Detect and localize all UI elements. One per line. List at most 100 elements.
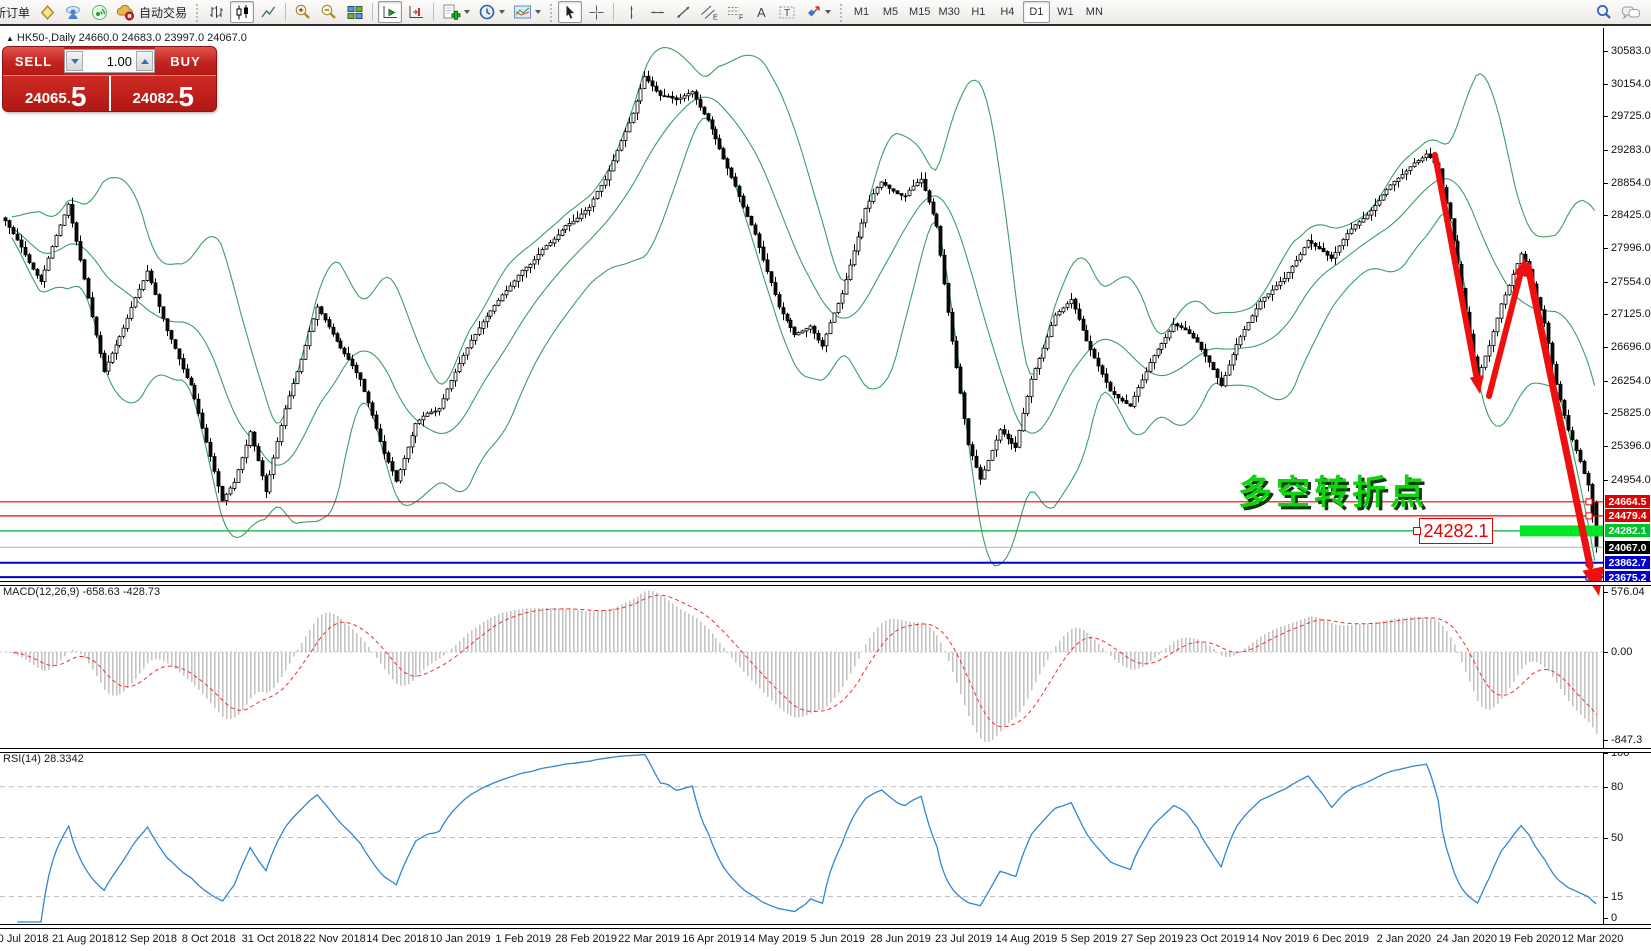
arrows-button[interactable] bbox=[801, 1, 834, 23]
callout-drag-handle[interactable] bbox=[1413, 527, 1421, 535]
text-label-icon: T bbox=[778, 4, 796, 21]
time-axis-label: 27 Sep 2019 bbox=[1121, 933, 1183, 945]
timeframe-h4[interactable]: H4 bbox=[994, 1, 1021, 23]
sell-price[interactable]: 24065.5 bbox=[3, 76, 111, 111]
time-axis-label: 19 Feb 2020 bbox=[1499, 933, 1561, 945]
volume-decrease-button[interactable] bbox=[66, 51, 83, 71]
sell-button[interactable]: SELL bbox=[3, 47, 64, 75]
time-axis-label: 30 Jul 2018 bbox=[0, 933, 48, 945]
price-axis-label: 29725.0 bbox=[1604, 110, 1651, 122]
cursor-button[interactable] bbox=[558, 1, 582, 23]
community-button[interactable] bbox=[61, 1, 85, 23]
timeframe-m5[interactable]: M5 bbox=[877, 1, 904, 23]
zoom-in-icon bbox=[294, 3, 312, 21]
time-axis-label: 5 Sep 2019 bbox=[1061, 933, 1117, 945]
horizontal-line-icon bbox=[649, 5, 666, 20]
time-axis-label: 23 Jul 2019 bbox=[935, 933, 992, 945]
bar-chart-button[interactable] bbox=[204, 1, 228, 23]
metaeditor-button[interactable] bbox=[35, 1, 59, 23]
indicators-icon bbox=[442, 3, 461, 21]
svg-text:E: E bbox=[713, 14, 718, 21]
time-axis-label: 22 Mar 2019 bbox=[618, 933, 680, 945]
periods-button[interactable] bbox=[475, 1, 508, 23]
rsi-axis-label: 50 bbox=[1604, 832, 1623, 844]
timeframe-m30[interactable]: M30 bbox=[935, 1, 962, 23]
text-label-button[interactable]: T bbox=[775, 1, 799, 23]
fibonacci-button[interactable]: F bbox=[723, 1, 747, 23]
trendline-button[interactable] bbox=[671, 1, 695, 23]
buy-price-frac: 5 bbox=[178, 84, 194, 110]
tile-windows-button[interactable] bbox=[343, 1, 367, 23]
one-click-trade-panel: SELL BUY 24065.5 24082.5 bbox=[3, 47, 216, 111]
metaeditor-icon bbox=[39, 4, 56, 21]
timeframe-w1[interactable]: W1 bbox=[1052, 1, 1079, 23]
zoom-out-button[interactable] bbox=[317, 1, 341, 23]
trendline-icon bbox=[675, 4, 692, 21]
autoscroll-button[interactable] bbox=[378, 1, 402, 23]
line-chart-button[interactable] bbox=[256, 1, 280, 23]
highlight-zone[interactable] bbox=[1520, 525, 1604, 536]
zoom-in-button[interactable] bbox=[291, 1, 315, 23]
triangle-down-icon bbox=[71, 59, 79, 64]
autotrading-button[interactable]: 自动交易 bbox=[113, 1, 190, 23]
buy-button[interactable]: BUY bbox=[155, 47, 216, 75]
rsi-axis-label: 15 bbox=[1604, 891, 1623, 903]
signals-button[interactable] bbox=[87, 1, 111, 23]
periods-caret-icon bbox=[499, 10, 505, 14]
line-drag-handle[interactable] bbox=[1586, 499, 1592, 505]
timeframe-mn[interactable]: MN bbox=[1081, 1, 1108, 23]
price-axis[interactable]: 30583.030154.029725.029283.028854.028425… bbox=[1604, 28, 1651, 928]
price-axis-label: 30154.0 bbox=[1604, 78, 1651, 90]
time-axis-label: 31 Oct 2018 bbox=[242, 933, 302, 945]
time-axis-label: 10 Jan 2019 bbox=[430, 933, 491, 945]
horizontal-line-button[interactable] bbox=[645, 1, 669, 23]
time-axis-label: 14 Nov 2019 bbox=[1247, 933, 1309, 945]
time-axis-label: 1 Feb 2019 bbox=[495, 933, 551, 945]
time-axis[interactable]: 30 Jul 201821 Aug 201812 Sep 20188 Oct 2… bbox=[0, 928, 1651, 951]
templates-button[interactable] bbox=[510, 1, 544, 23]
equidistant-channel-icon: E bbox=[700, 4, 718, 21]
timeframe-bar: M1M5M15M30H1H4D1W1MN bbox=[847, 1, 1109, 23]
price-level-chip: 24282.1 bbox=[1605, 524, 1650, 537]
chat-button[interactable] bbox=[1618, 1, 1644, 23]
chart-annotation-text[interactable]: 多空转折点 bbox=[1238, 465, 1428, 514]
candlestick-chart-button[interactable] bbox=[230, 1, 254, 23]
line-drag-handle[interactable] bbox=[1586, 513, 1592, 519]
pane-separator[interactable] bbox=[0, 748, 1651, 753]
time-axis-label: 28 Feb 2019 bbox=[555, 933, 617, 945]
volume-input[interactable] bbox=[84, 50, 135, 72]
text-button[interactable]: A bbox=[749, 1, 773, 23]
templates-icon bbox=[513, 4, 532, 20]
text-icon: A bbox=[754, 4, 769, 21]
chart-shift-button[interactable] bbox=[404, 1, 428, 23]
timeframe-m15[interactable]: M15 bbox=[906, 1, 933, 23]
svg-text:F: F bbox=[739, 14, 743, 21]
vertical-line-button[interactable] bbox=[619, 1, 643, 23]
bar-chart-icon bbox=[208, 4, 225, 21]
arrows-caret-icon bbox=[825, 10, 831, 14]
search-button[interactable] bbox=[1592, 1, 1616, 23]
time-axis-label: 14 Aug 2019 bbox=[995, 933, 1057, 945]
equidistant-channel-button[interactable]: E bbox=[697, 1, 721, 23]
timeframe-d1[interactable]: D1 bbox=[1023, 1, 1050, 23]
time-axis-label: 24 Jan 2020 bbox=[1436, 933, 1497, 945]
buy-price[interactable]: 24082.5 bbox=[111, 76, 217, 111]
zoom-out-icon bbox=[320, 3, 338, 21]
indicators-button[interactable] bbox=[439, 1, 473, 23]
toolbar-grip[interactable] bbox=[194, 2, 200, 22]
search-icon bbox=[1595, 3, 1613, 21]
time-axis-label: 21 Aug 2018 bbox=[52, 933, 114, 945]
rsi-label: RSI(14) 28.3342 bbox=[3, 753, 84, 765]
svg-text:A: A bbox=[757, 5, 766, 20]
price-level-callout[interactable]: 24282.1 bbox=[1419, 518, 1493, 544]
timeframe-h1[interactable]: H1 bbox=[965, 1, 992, 23]
new-order-button[interactable]: 新订单 bbox=[0, 1, 33, 23]
macd-label: MACD(12,26,9) -658.63 -428.73 bbox=[3, 586, 160, 598]
chart-window[interactable]: ▲HK50-,Daily 24660.0 24683.0 23997.0 240… bbox=[0, 28, 1651, 951]
timeframe-m1[interactable]: M1 bbox=[848, 1, 875, 23]
volume-increase-button[interactable] bbox=[136, 51, 153, 71]
pane-separator[interactable] bbox=[0, 581, 1651, 586]
toolbar-grip[interactable] bbox=[548, 2, 554, 22]
crosshair-button[interactable] bbox=[584, 1, 608, 23]
toolbar-grip[interactable] bbox=[838, 2, 844, 22]
